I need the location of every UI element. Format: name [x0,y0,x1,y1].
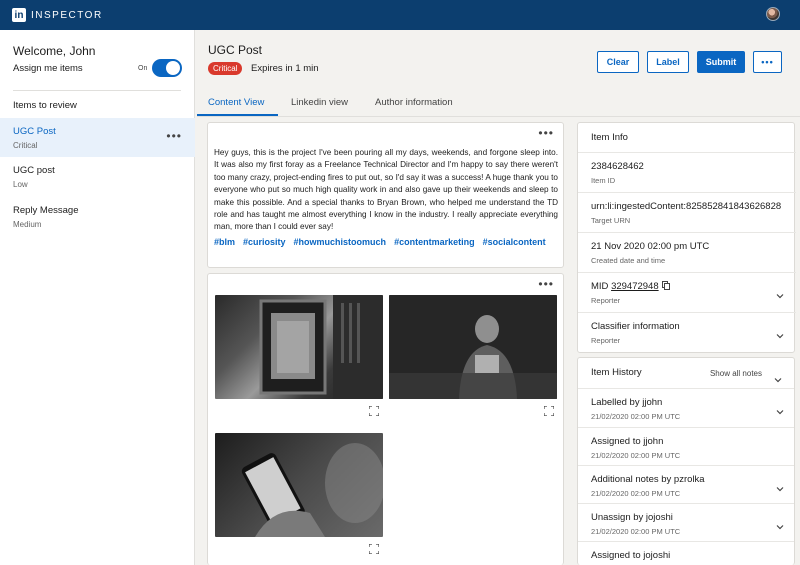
history-entry[interactable]: Labelled by jjohn 21/02/2020 02:00 PM UT… [578,388,794,429]
review-item[interactable]: UGC post Low [0,157,195,196]
review-item[interactable]: UGC Post Critical ••• [0,118,195,157]
info-row-item-id: 2384628462 Item ID [578,152,796,193]
hashtag[interactable]: #howmuchistoomuch [294,237,387,247]
history-entry[interactable]: Additional notes by pzrolka 21/02/2020 0… [578,465,794,506]
history-entry-time: 21/02/2020 02:00 PM UTC [591,412,681,421]
classifier-label: Reporter [591,336,621,345]
history-entry[interactable]: Unassign by jojoshi 21/02/2020 02:00 PM … [578,503,794,544]
expand-icon[interactable] [369,544,379,554]
toggle-knob [166,61,180,75]
target-urn-label: Target URN [591,216,631,225]
hashtag[interactable]: #contentmarketing [394,237,475,247]
history-entry-title: Labelled by jjohn [591,397,663,408]
submit-button[interactable]: Submit [697,51,745,73]
chevron-down-icon[interactable] [776,403,784,415]
chevron-down-icon[interactable] [776,287,784,299]
history-entry-time: 21/02/2020 02:00 PM UTC [591,489,681,498]
hashtag[interactable]: #socialcontent [483,237,546,247]
media-card: ••• [207,273,564,565]
sidebar: Welcome, John Assign me items On Items t… [0,30,195,565]
review-item[interactable]: Reply Message Medium [0,197,195,236]
framed-photo-image[interactable] [215,295,383,399]
tab-author-information[interactable]: Author information [375,97,453,108]
priority-badge: Critical [208,62,243,75]
assign-toggle[interactable] [152,59,182,77]
history-entry[interactable]: Assigned to jjohn 21/02/2020 02:00 PM UT… [578,427,794,468]
review-item-priority: Low [13,180,28,189]
toggle-state-label: On [138,65,148,72]
label-button[interactable]: Label [647,51,689,73]
hashtag[interactable]: #curiosity [243,237,286,247]
hashtag[interactable]: #blm [214,237,235,247]
chevron-down-icon[interactable] [776,327,784,339]
copy-icon[interactable] [661,281,670,290]
review-item-title: UGC post [13,165,55,176]
item-id-value: 2384628462 [591,161,644,172]
reporter-label: Reporter [591,296,621,305]
mid-prefix: MID [591,281,612,292]
history-entry[interactable]: Assigned to jojoshi [578,541,794,565]
review-item-title: Reply Message [13,205,79,216]
clear-button[interactable]: Clear [597,51,639,73]
tab-divider [197,116,800,117]
expand-icon[interactable] [544,406,554,416]
more-options-icon[interactable]: ••• [538,277,554,291]
info-row-mid[interactable]: MID 329472948 Reporter [578,272,796,313]
assign-me-label: Assign me items [13,63,83,74]
expiry-text: Expires in 1 min [251,63,319,74]
divider [13,90,181,91]
classifier-value: Classifier information [591,321,680,332]
item-history-heading: Item History [591,367,642,378]
expand-icon[interactable] [369,406,379,416]
hashtag-list: #blm #curiosity #howmuchistoomuch #contentm… [214,235,558,249]
person-reading-image[interactable] [389,295,557,399]
history-entry-title: Assigned to jjohn [591,436,664,447]
phone-in-hand-image[interactable] [215,433,383,537]
welcome-text: Welcome, John [13,44,96,58]
top-bar: in INSPECTOR [0,0,800,30]
item-info-heading: Item Info [591,132,628,143]
history-entry-title: Additional notes by pzrolka [591,474,705,485]
target-urn-value: urn:li:ingestedContent:82585284184362682… [591,201,782,212]
chevron-down-icon[interactable] [776,518,784,530]
page-title: UGC Post [208,43,263,57]
more-options-icon[interactable]: ••• [538,126,554,140]
show-all-notes-link[interactable]: Show all notes [710,369,762,378]
post-content-card: ••• Hey guys, this is the project I've b… [207,122,564,268]
app-name: INSPECTOR [31,9,103,21]
post-text: Hey guys, this is the project I've been … [214,148,558,232]
info-row-created: 21 Nov 2020 02:00 pm UTC Created date an… [578,232,796,273]
tab-linkedin-view[interactable]: Linkedin view [291,97,348,108]
review-item-priority: Medium [13,220,42,229]
mid-value: MID 329472948 [591,281,783,292]
history-entry-time: 21/02/2020 02:00 PM UTC [591,527,681,536]
chevron-down-icon[interactable] [774,371,782,383]
chevron-down-icon[interactable] [776,480,784,492]
created-label: Created date and time [591,256,666,265]
user-avatar[interactable] [766,7,780,21]
more-actions-button[interactable]: ••• [753,51,782,73]
mid-link[interactable]: 329472948 [611,281,659,292]
items-to-review-heading: Items to review [13,100,77,111]
tab-content-view[interactable]: Content View [208,97,264,108]
info-row-classifier[interactable]: Classifier information Reporter [578,312,796,353]
review-item-title: UGC Post [13,126,56,137]
review-item-priority: Critical [13,141,38,150]
item-info-card: Item Info 2384628462 Item ID urn:li:inge… [577,122,796,353]
history-entry-time: 21/02/2020 02:00 PM UTC [591,451,681,460]
item-history-card: Item History Show all notes Labelled by … [577,357,795,565]
history-entry-title: Assigned to jojoshi [591,550,671,561]
linkedin-logo[interactable]: in [12,8,26,22]
info-row-target-urn: urn:li:ingestedContent:82585284184362682… [578,192,796,233]
more-options-icon[interactable]: ••• [166,129,182,143]
item-id-label: Item ID [591,176,616,185]
history-entry-title: Unassign by jojoshi [591,512,673,523]
created-value: 21 Nov 2020 02:00 pm UTC [591,241,710,252]
